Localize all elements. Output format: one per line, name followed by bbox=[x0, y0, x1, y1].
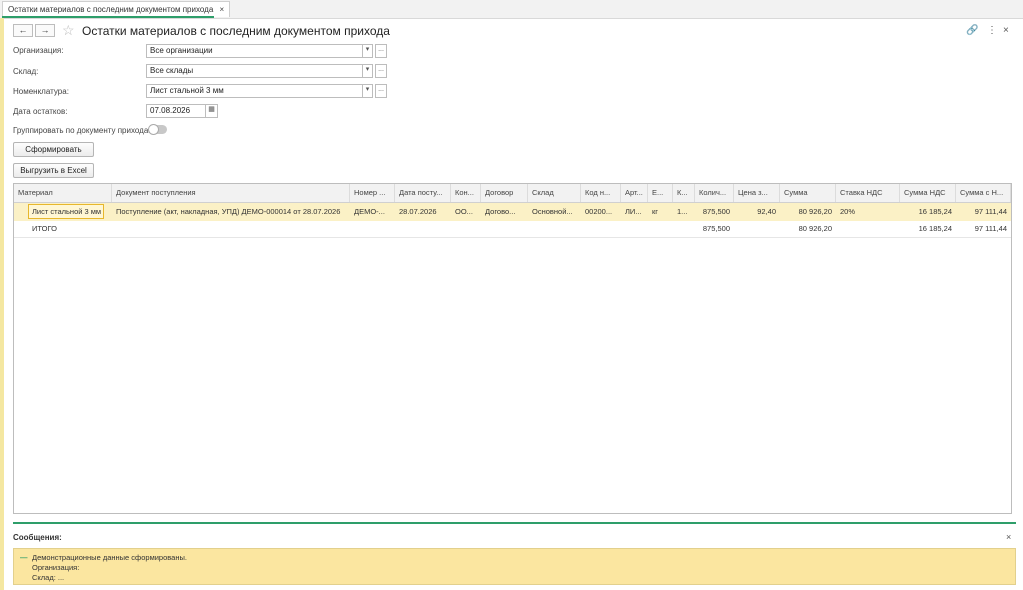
favorite-star-icon[interactable]: ☆ bbox=[62, 22, 75, 39]
table-cell: 20% bbox=[840, 207, 856, 216]
warehouse-field[interactable]: Все склады bbox=[146, 64, 363, 78]
message-line-1: Демонстрационные данные сформированы. bbox=[32, 553, 187, 562]
nomenclature-label: Номенклатура: bbox=[13, 87, 69, 96]
back-button[interactable]: ← bbox=[13, 24, 33, 37]
column-header: Е... bbox=[648, 184, 673, 202]
active-tab-indicator bbox=[2, 16, 214, 18]
table-cell: ОО... bbox=[455, 207, 473, 216]
message-line-2: Организация: bbox=[32, 563, 80, 572]
column-header: Сумма НДС bbox=[900, 184, 956, 202]
table-total-row[interactable]: ИТОГО 875,500 80 926,20 16 185,24 97 111,44 bbox=[14, 221, 1011, 238]
column-header: Материал bbox=[14, 184, 112, 202]
column-header: Кон... bbox=[451, 184, 481, 202]
column-header: Сумма с Н... bbox=[956, 184, 1011, 202]
table-row[interactable]: Лист стальной 3 мм Поступление (акт, накл… bbox=[14, 203, 1011, 221]
org-label: Организация: bbox=[13, 46, 64, 55]
warehouse-select-button[interactable]: ... bbox=[375, 64, 387, 78]
total-qty: 875,500 bbox=[702, 224, 730, 233]
table-cell-wrapper: Лист стальной 3 мм bbox=[14, 203, 112, 221]
messages-close-icon[interactable]: × bbox=[1006, 532, 1011, 542]
org-field[interactable]: Все организации bbox=[146, 44, 363, 58]
page-title: Остатки материалов с последним документо… bbox=[82, 24, 390, 38]
message-marker-icon: — bbox=[20, 553, 28, 562]
table-cell: ДЕМО-... bbox=[354, 207, 385, 216]
warehouse-label: Склад: bbox=[13, 67, 39, 76]
message-line-3: Склад: ... bbox=[32, 573, 65, 582]
table-cell: Догово... bbox=[485, 207, 516, 216]
org-select-button[interactable]: ... bbox=[375, 44, 387, 58]
column-header: Колич... bbox=[695, 184, 734, 202]
toggle-knob bbox=[148, 124, 159, 135]
table-cell: 92,40 bbox=[757, 207, 776, 216]
total-vat: 16 185,24 bbox=[918, 224, 952, 233]
messages-title: Сообщения: bbox=[13, 533, 62, 542]
column-header: Документ поступления bbox=[112, 184, 350, 202]
column-header: К... bbox=[673, 184, 695, 202]
table-header: Материал Документ поступления Номер ... Дат… bbox=[14, 184, 1011, 203]
table-cell: 00200... bbox=[585, 207, 613, 216]
column-header: Номер ... bbox=[350, 184, 395, 202]
nomenclature-dropdown-icon[interactable]: ▾ bbox=[362, 84, 373, 98]
table-cell: 1... bbox=[677, 207, 688, 216]
message-item[interactable]: — Демонстрационные данные сформированы. … bbox=[13, 548, 1016, 585]
column-header: Дата посту... bbox=[395, 184, 451, 202]
forward-button[interactable]: → bbox=[35, 24, 55, 37]
date-field[interactable]: 07.08.2026 bbox=[146, 104, 206, 118]
table-cell: 80 926,20 bbox=[798, 207, 832, 216]
group-by-doc-toggle[interactable] bbox=[148, 124, 167, 135]
table-cell: Основной... bbox=[532, 207, 573, 216]
tab-close-icon[interactable]: × bbox=[220, 5, 225, 14]
column-header: Сумма bbox=[780, 184, 836, 202]
more-menu-icon[interactable]: ⋮ bbox=[987, 25, 997, 36]
column-header: Цена з... bbox=[734, 184, 780, 202]
column-header: Код н... bbox=[581, 184, 621, 202]
messages-divider bbox=[13, 522, 1016, 524]
nomenclature-select-button[interactable]: ... bbox=[375, 84, 387, 98]
column-header: Договор bbox=[481, 184, 528, 202]
nomenclature-field[interactable]: Лист стальной 3 мм bbox=[146, 84, 363, 98]
column-header: Ставка НДС bbox=[836, 184, 900, 202]
tab-title: Остатки материалов с последним документо… bbox=[8, 5, 214, 14]
table-cell: 97 111,44 bbox=[974, 207, 1007, 216]
column-header: Арт... bbox=[621, 184, 648, 202]
report-table[interactable]: Материал Документ поступления Номер ... Дат… bbox=[13, 183, 1012, 514]
org-dropdown-icon[interactable]: ▾ bbox=[362, 44, 373, 58]
total-label: ИТОГО bbox=[32, 224, 57, 233]
date-label: Дата остатков: bbox=[13, 107, 68, 116]
table-cell: 28.07.2026 bbox=[399, 207, 437, 216]
left-accent-bar bbox=[0, 18, 4, 590]
table-cell: Поступление (акт, накладная, УПД) ДЕМО-0… bbox=[116, 207, 341, 216]
warehouse-dropdown-icon[interactable]: ▾ bbox=[362, 64, 373, 78]
column-header: Склад bbox=[528, 184, 581, 202]
calendar-icon[interactable]: ▦ bbox=[205, 104, 218, 118]
table-cell: 16 185,24 bbox=[918, 207, 952, 216]
export-excel-button[interactable]: Выгрузить в Excel bbox=[13, 163, 94, 178]
close-form-icon[interactable]: × bbox=[1003, 25, 1009, 36]
group-by-doc-label: Группировать по документу прихода: bbox=[13, 126, 151, 135]
tab-report[interactable]: Остатки материалов с последним документо… bbox=[2, 1, 231, 17]
tab-bar: Остатки материалов с последним документо… bbox=[0, 0, 1023, 19]
table-cell: 875,500 bbox=[702, 207, 730, 216]
total-sum-vat: 97 111,44 bbox=[974, 224, 1007, 233]
table-cell-selected[interactable]: Лист стальной 3 мм bbox=[28, 204, 104, 219]
generate-button[interactable]: Сформировать bbox=[13, 142, 94, 157]
table-cell: кг bbox=[652, 207, 659, 216]
total-sum: 80 926,20 bbox=[798, 224, 832, 233]
link-icon[interactable]: 🔗 bbox=[966, 25, 978, 36]
table-cell: ЛИ... bbox=[625, 207, 642, 216]
